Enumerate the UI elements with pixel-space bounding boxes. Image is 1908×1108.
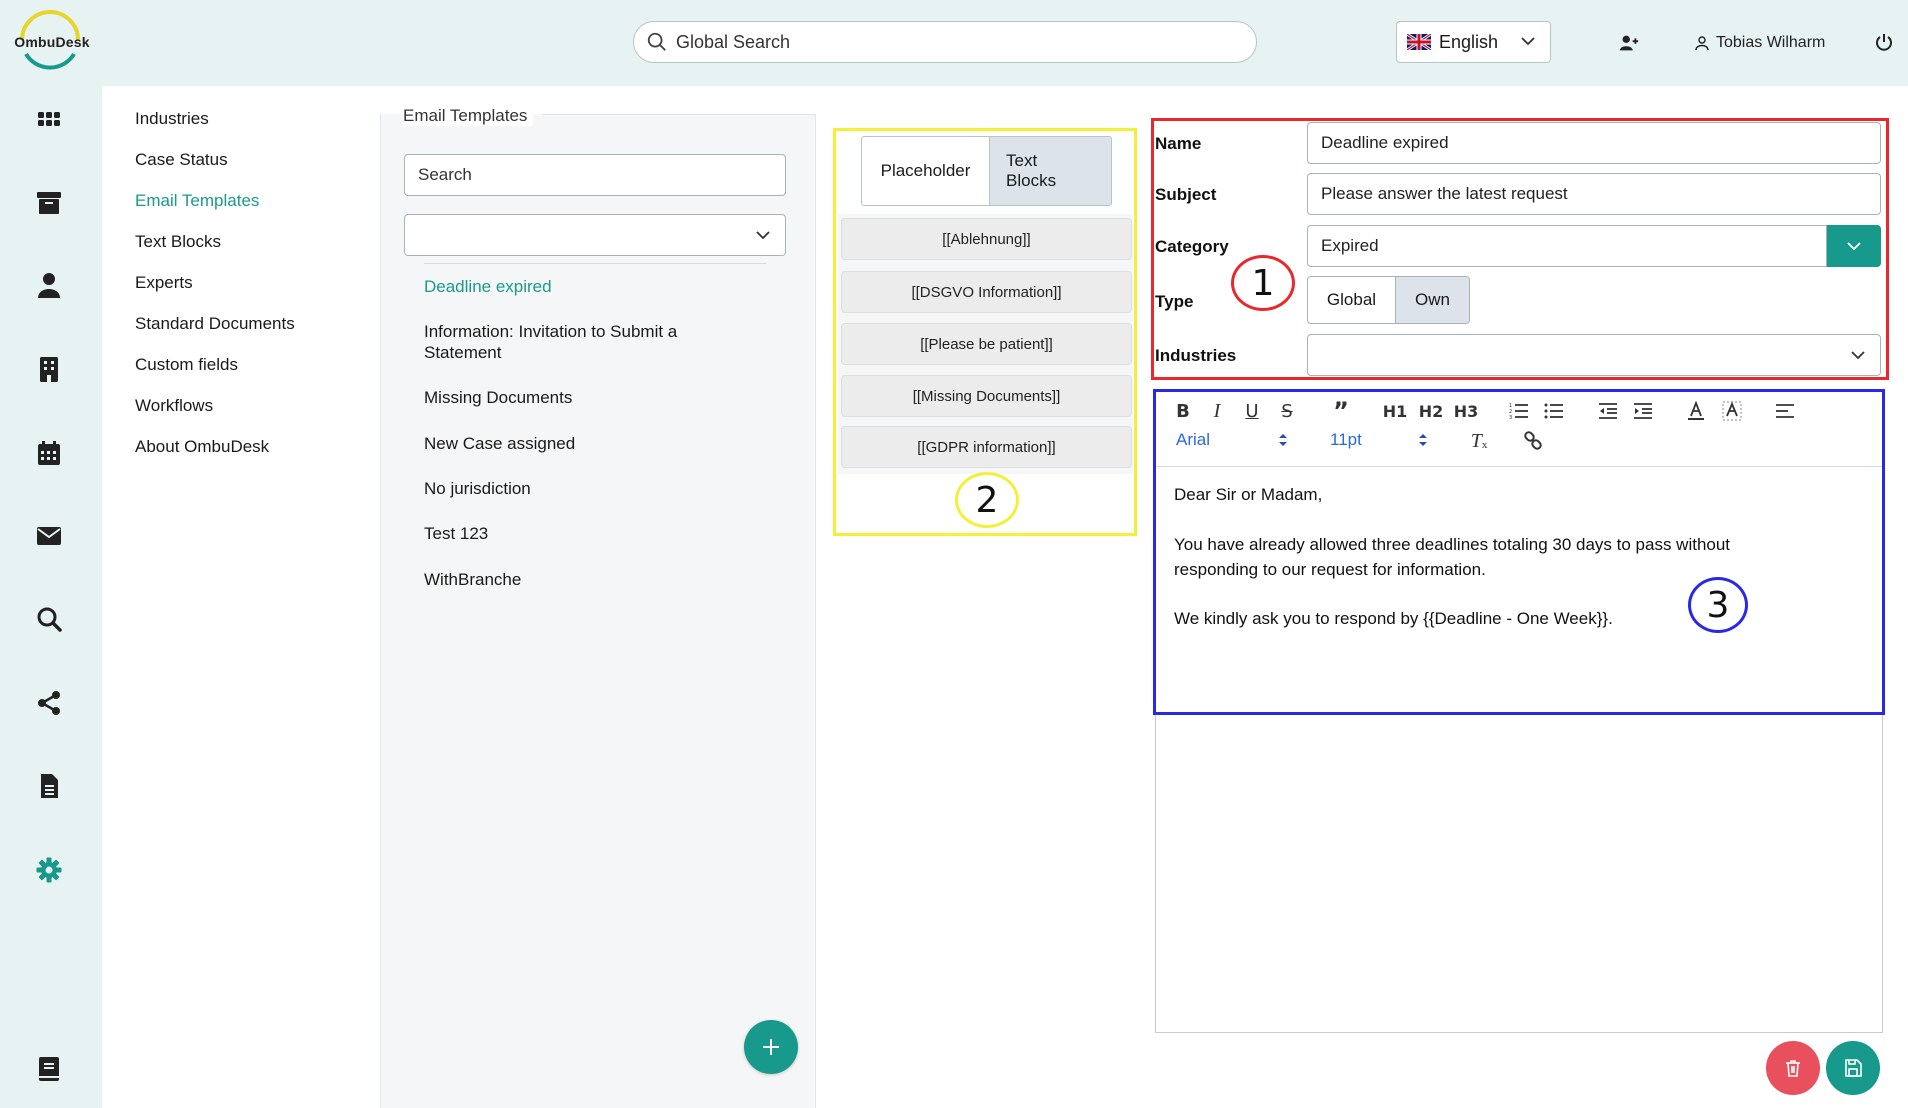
- language-select[interactable]: English: [1396, 21, 1551, 63]
- annotation-marker-2: 2: [955, 472, 1019, 528]
- annotation-box-red: [1151, 118, 1889, 380]
- add-user-icon[interactable]: [1618, 32, 1640, 54]
- logo-text: OmbuDesk: [14, 34, 90, 50]
- user-name: Tobias Wilharm: [1716, 34, 1826, 51]
- panel-title: Email Templates: [403, 106, 534, 126]
- user-menu[interactable]: Tobias Wilharm: [1694, 32, 1825, 54]
- user-icon: [1695, 36, 1709, 51]
- archive-icon[interactable]: [36, 190, 62, 216]
- person-icon[interactable]: [36, 272, 62, 298]
- power-icon[interactable]: [1874, 32, 1894, 52]
- template-search-input[interactable]: [404, 154, 786, 196]
- nav-item-industries[interactable]: Industries: [135, 109, 209, 129]
- list-item[interactable]: Deadline expired: [424, 276, 744, 297]
- save-button[interactable]: [1826, 1041, 1880, 1095]
- annotation-marker-1: 1: [1231, 255, 1295, 311]
- chevron-down-icon: [756, 231, 770, 240]
- nav-item-experts[interactable]: Experts: [135, 273, 193, 293]
- divider: [424, 263, 766, 264]
- annotation-box-blue: [1153, 389, 1885, 715]
- envelope-icon[interactable]: [36, 523, 62, 549]
- list-item[interactable]: New Case assigned: [424, 433, 744, 454]
- settings-nav: Industries Case Status Email Templates T…: [102, 86, 380, 1108]
- annotation-marker-3: 3: [1688, 577, 1748, 633]
- gear-icon[interactable]: [36, 857, 62, 883]
- apps-grid-icon[interactable]: [36, 106, 62, 132]
- delete-button[interactable]: [1766, 1041, 1820, 1095]
- add-template-button[interactable]: [744, 1020, 798, 1074]
- uk-flag-icon: [1407, 34, 1431, 50]
- nav-item-email-templates[interactable]: Email Templates: [135, 191, 259, 211]
- share-icon[interactable]: [36, 690, 62, 716]
- search-icon[interactable]: [36, 606, 62, 632]
- list-item[interactable]: No jurisdiction: [424, 478, 744, 499]
- global-search-input[interactable]: [676, 31, 1216, 53]
- save-icon: [1845, 1059, 1862, 1077]
- plus-icon: [763, 1039, 779, 1055]
- nav-item-text-blocks[interactable]: Text Blocks: [135, 232, 221, 252]
- template-filter-select[interactable]: [404, 214, 786, 256]
- book-icon[interactable]: [36, 1056, 62, 1082]
- nav-item-workflows[interactable]: Workflows: [135, 396, 213, 416]
- list-item[interactable]: WithBranche: [424, 569, 744, 590]
- divider: [542, 114, 816, 115]
- icon-rail: [0, 86, 102, 1108]
- list-item[interactable]: Test 123: [424, 523, 744, 544]
- nav-item-standard-documents[interactable]: Standard Documents: [135, 314, 295, 334]
- list-item[interactable]: Missing Documents: [424, 387, 744, 408]
- chevron-down-icon: [1521, 37, 1535, 46]
- calendar-icon[interactable]: [36, 440, 62, 466]
- global-search[interactable]: [633, 21, 1257, 63]
- nav-item-custom-fields[interactable]: Custom fields: [135, 355, 238, 375]
- language-label: English: [1439, 31, 1499, 52]
- trash-icon: [1786, 1060, 1800, 1077]
- search-icon: [647, 32, 666, 51]
- logo[interactable]: OmbuDesk: [4, 10, 96, 76]
- list-item[interactable]: Information: Invitation to Submit a Stat…: [424, 321, 744, 363]
- building-icon[interactable]: [36, 356, 62, 382]
- document-icon[interactable]: [36, 773, 62, 799]
- nav-item-case-status[interactable]: Case Status: [135, 150, 228, 170]
- nav-item-about[interactable]: About OmbuDesk: [135, 437, 269, 457]
